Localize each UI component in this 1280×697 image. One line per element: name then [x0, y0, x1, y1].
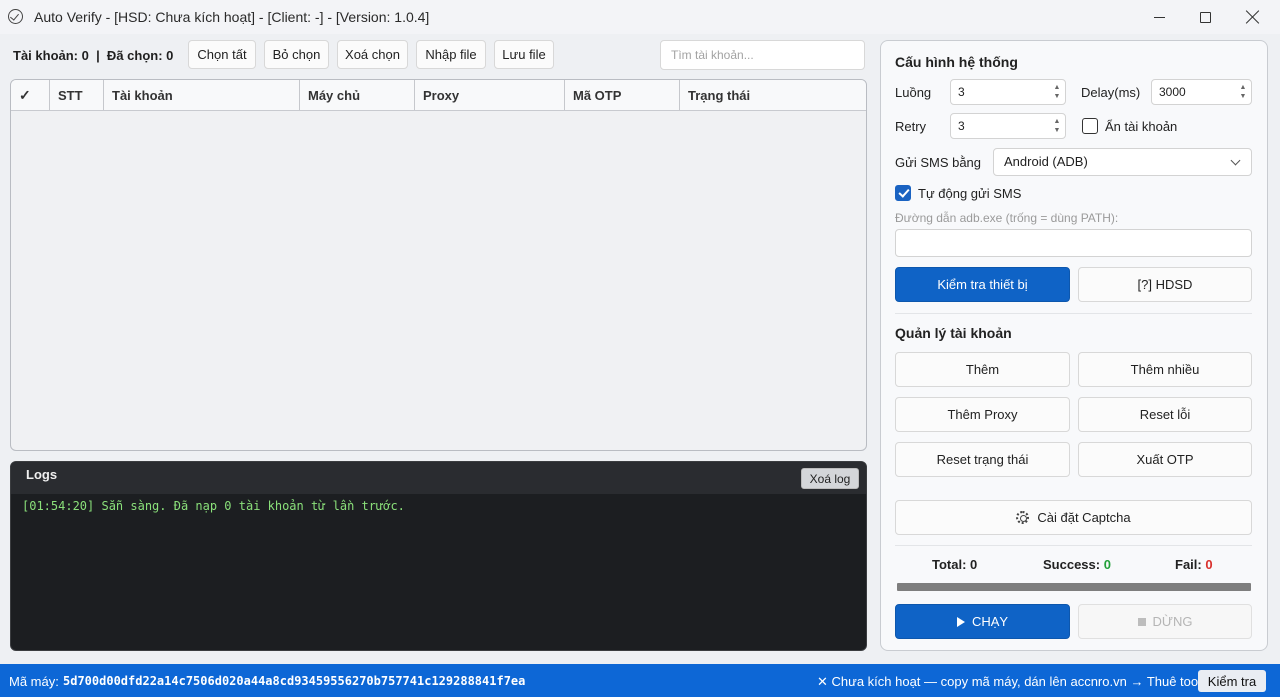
chevron-down-icon	[1230, 155, 1241, 166]
column-status[interactable]: Trạng thái	[680, 80, 866, 110]
maximize-button[interactable]	[1182, 0, 1228, 34]
logs-header: Logs Xoá log	[11, 462, 866, 494]
deselect-button[interactable]: Bỏ chọn	[264, 40, 329, 69]
reset-status-button[interactable]: Reset trạng thái	[895, 442, 1070, 477]
captcha-settings-button[interactable]: Cài đặt Captcha	[895, 500, 1252, 535]
stop-icon	[1137, 617, 1146, 626]
gear-icon	[1016, 511, 1030, 524]
close-icon	[1246, 10, 1260, 24]
adb-path-hint: Đường dẫn adb.exe (trống = dùng PATH):	[895, 211, 1119, 225]
retry-value: 3	[958, 119, 965, 133]
machine-id-code[interactable]: 5d700d00dfd22a14c7506d020a44a8cd93459556…	[63, 674, 525, 688]
spin-arrows-icon[interactable]: ▲ ▼	[1239, 83, 1247, 101]
column-otp[interactable]: Mã OTP	[565, 80, 680, 110]
title-bar: Auto Verify - [HSD: Chưa kích hoạt] - [C…	[0, 0, 1280, 34]
column-server[interactable]: Máy chủ	[300, 80, 415, 110]
total-stat: Total: 0	[932, 557, 978, 572]
auto-sms-label: Tự động gửi SMS	[918, 186, 1022, 201]
section-divider	[895, 313, 1252, 314]
import-file-button[interactable]: Nhập file	[416, 40, 486, 69]
add-proxy-button[interactable]: Thêm Proxy	[895, 397, 1070, 432]
sms-label: Gửi SMS bằng	[895, 155, 982, 170]
play-icon	[956, 616, 965, 627]
hide-accounts-label: Ẩn tài khoản	[1105, 119, 1178, 134]
delay-label: Delay(ms)	[1081, 85, 1141, 100]
check-activation-button[interactable]: Kiểm tra	[1198, 670, 1266, 692]
stop-label: DỪNG	[1152, 614, 1193, 629]
spin-arrows-icon[interactable]: ▲ ▼	[1053, 83, 1061, 101]
check-device-button[interactable]: Kiểm tra thiết bị	[895, 267, 1070, 302]
clear-log-button[interactable]: Xoá log	[801, 468, 859, 489]
select-all-button[interactable]: Chọn tất	[188, 40, 256, 69]
fail-value: 0	[1205, 557, 1213, 572]
adb-path-input[interactable]	[895, 229, 1252, 257]
spin-arrows-icon[interactable]: ▲ ▼	[1053, 117, 1061, 135]
close-button[interactable]	[1230, 0, 1276, 34]
status-bar: Mã máy: 5d700d00dfd22a14c7506d020a44a8cd…	[0, 664, 1280, 697]
auto-sms-checkbox[interactable]	[895, 185, 911, 201]
minimize-button[interactable]	[1136, 0, 1182, 34]
success-value: 0	[1103, 557, 1111, 572]
activation-message: ✕ Chưa kích hoạt — copy mã máy, dán lên …	[817, 674, 1202, 689]
retry-spinbox[interactable]: 3 ▲ ▼	[950, 113, 1066, 139]
success-stat: Success: 0	[1043, 557, 1111, 572]
captcha-settings-label: Cài đặt Captcha	[1037, 510, 1131, 525]
column-account[interactable]: Tài khoản	[104, 80, 300, 110]
save-file-button[interactable]: Lưu file	[494, 40, 554, 69]
check-circle-icon	[8, 9, 23, 24]
column-check[interactable]: ✓	[11, 80, 50, 110]
account-counts: Tài khoản: 0 | Đã chọn: 0	[13, 48, 174, 63]
delay-value: 3000	[1159, 85, 1186, 99]
export-otp-button[interactable]: Xuất OTP	[1078, 442, 1252, 477]
threads-label: Luồng	[895, 85, 932, 100]
column-proxy[interactable]: Proxy	[415, 80, 565, 110]
delete-selected-button[interactable]: Xoá chọn	[337, 40, 408, 69]
total-value: 0	[970, 557, 978, 572]
log-line: [01:54:20] Sẵn sàng. Đã nạp 0 tài khoản …	[22, 499, 405, 513]
config-title: Cấu hình hệ thống	[895, 54, 1018, 70]
add-account-button[interactable]: Thêm	[895, 352, 1070, 387]
section-divider	[895, 545, 1252, 546]
table-header: ✓ STT Tài khoản Máy chủ Proxy Mã OTP Trạ…	[11, 80, 866, 111]
sms-method-value: Android (ADB)	[1004, 154, 1088, 169]
progress-bar	[897, 583, 1251, 591]
reset-errors-button[interactable]: Reset lỗi	[1078, 397, 1252, 432]
retry-label: Retry	[895, 119, 927, 134]
logs-panel: Logs Xoá log [01:54:20] Sẵn sàng. Đã nạp…	[10, 461, 867, 651]
fail-stat: Fail: 0	[1175, 557, 1213, 572]
add-many-button[interactable]: Thêm nhiều	[1078, 352, 1252, 387]
machine-id-label: Mã máy:	[9, 674, 59, 689]
column-stt[interactable]: STT	[50, 80, 104, 110]
account-toolbar: Tài khoản: 0 | Đã chọn: 0 Chọn tất Bỏ ch…	[0, 39, 870, 71]
accounts-section-title: Quản lý tài khoản	[895, 325, 1012, 341]
sms-method-select[interactable]: Android (ADB)	[993, 148, 1252, 176]
guide-button[interactable]: [?] HDSD	[1078, 267, 1252, 302]
hide-accounts-checkbox[interactable]	[1082, 118, 1098, 134]
maximize-icon	[1199, 11, 1211, 23]
logs-title: Logs	[26, 467, 58, 482]
accounts-table: ✓ STT Tài khoản Máy chủ Proxy Mã OTP Trạ…	[10, 79, 867, 451]
window-title: Auto Verify - [HSD: Chưa kích hoạt] - [C…	[34, 9, 430, 25]
stop-button[interactable]: DỪNG	[1078, 604, 1252, 639]
run-button[interactable]: CHẠY	[895, 604, 1070, 639]
delay-spinbox[interactable]: 3000 ▲ ▼	[1151, 79, 1252, 105]
threads-spinbox[interactable]: 3 ▲ ▼	[950, 79, 1066, 105]
progress-fill	[897, 583, 1251, 591]
minimize-icon	[1153, 16, 1165, 18]
threads-value: 3	[958, 85, 965, 99]
search-input[interactable]	[660, 40, 865, 70]
run-label: CHẠY	[971, 614, 1009, 629]
